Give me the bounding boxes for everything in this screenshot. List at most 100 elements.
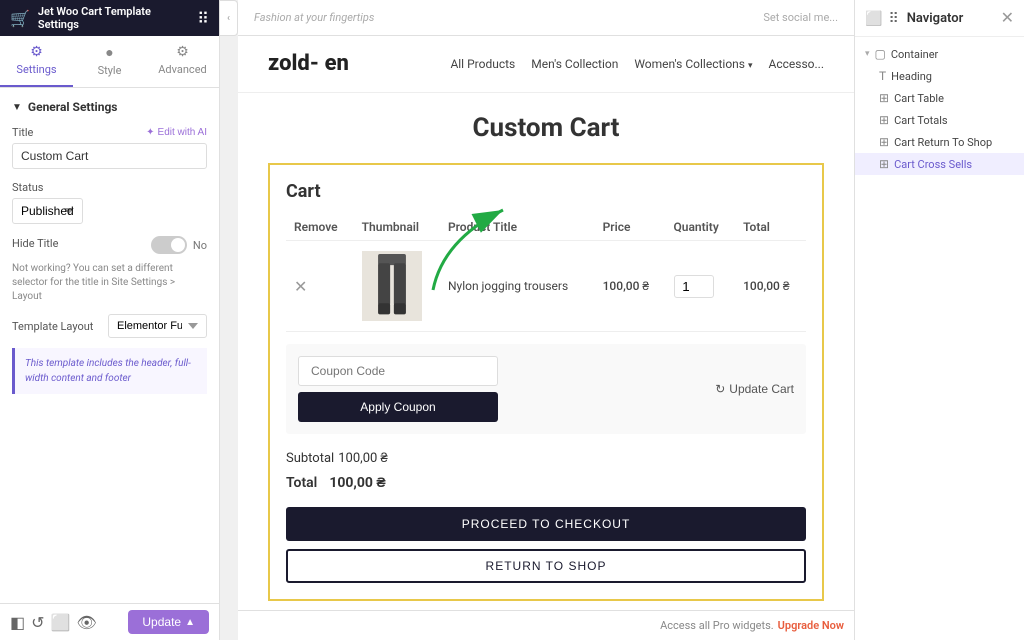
site-logo: zold- en bbox=[268, 52, 349, 76]
layers-icon[interactable]: ◧ bbox=[10, 613, 25, 632]
nav-header-left: ⬜ ⠿ Navigator bbox=[865, 10, 963, 27]
col-remove: Remove bbox=[286, 214, 354, 241]
nav-item-cart-return[interactable]: ⊞ Cart Return To Shop bbox=[855, 131, 1024, 153]
page-title-wrap: Custom Cart bbox=[238, 93, 854, 153]
coupon-input[interactable] bbox=[298, 356, 498, 386]
update-chevron-icon: ▲ bbox=[185, 617, 195, 628]
grid-icon[interactable]: ⠿ bbox=[197, 9, 209, 28]
nav-heading-icon: T bbox=[879, 69, 886, 83]
apply-coupon-button[interactable]: Apply Coupon bbox=[298, 392, 498, 422]
template-layout-label: Template Layout bbox=[12, 320, 102, 333]
status-field-group: Status Published Draft bbox=[12, 181, 207, 224]
collapse-panel-button[interactable]: ‹ bbox=[220, 0, 238, 36]
nav-label-heading: Heading bbox=[891, 70, 932, 83]
quantity-input[interactable] bbox=[674, 275, 714, 298]
nav-square-icon[interactable]: ⬜ bbox=[865, 10, 882, 27]
edit-ai-button[interactable]: ✦ Edit with AI bbox=[146, 127, 207, 138]
cart-box: Cart Remove Thumbnail Product Title Pric… bbox=[268, 163, 824, 601]
table-row: ✕ bbox=[286, 241, 806, 332]
nav-womens[interactable]: Women's Collections ▾ bbox=[634, 57, 752, 71]
update-cart-button[interactable]: ↻ Update Cart bbox=[715, 382, 794, 396]
tab-advanced-label: Advanced bbox=[158, 63, 206, 76]
preview-icon[interactable]: 👁 bbox=[76, 613, 96, 632]
set-social: Set social me... bbox=[763, 11, 838, 24]
navigator-close-button[interactable]: ✕ bbox=[1001, 8, 1014, 28]
remove-item-button[interactable]: ✕ bbox=[294, 277, 307, 296]
tab-style[interactable]: ● Style bbox=[73, 36, 146, 87]
product-total: 100,00 ₴ bbox=[735, 241, 806, 332]
hide-title-toggle-wrap: No bbox=[151, 236, 207, 254]
nav-icons: ⬜ ⠿ bbox=[865, 10, 899, 27]
tab-advanced[interactable]: ⚙ Advanced bbox=[146, 36, 219, 87]
update-button[interactable]: Update ▲ bbox=[128, 610, 209, 634]
title-field-group: Title ✦ Edit with AI bbox=[12, 126, 207, 169]
col-thumbnail: Thumbnail bbox=[354, 214, 440, 241]
panel-tabs: ⚙ Settings ● Style ⚙ Advanced bbox=[0, 36, 219, 88]
nav-move-icon[interactable]: ⠿ bbox=[888, 10, 898, 27]
advanced-tab-icon: ⚙ bbox=[176, 44, 189, 60]
cart-totals: Subtotal 100,00 ₴ Total 100,00 ₴ bbox=[286, 446, 806, 495]
tab-settings[interactable]: ⚙ Settings bbox=[0, 36, 73, 87]
navigator-header: ⬜ ⠿ Navigator ✕ bbox=[855, 0, 1024, 37]
navigator-title: Navigator bbox=[907, 11, 964, 26]
subtotal-value: 100,00 ₴ bbox=[338, 450, 388, 466]
checkout-button[interactable]: PROCEED TO CHECKOUT bbox=[286, 507, 806, 541]
nav-cart-cross-sells-icon: ⊞ bbox=[879, 157, 889, 171]
toggle-label: No bbox=[193, 239, 207, 252]
bottom-bar: Access all Pro widgets. Upgrade Now bbox=[238, 610, 854, 640]
hide-title-toggle[interactable] bbox=[151, 236, 187, 254]
tab-settings-label: Settings bbox=[16, 63, 56, 76]
upgrade-link[interactable]: Upgrade Now bbox=[778, 619, 844, 632]
top-bar: Fashion at your fingertips Set social me… bbox=[238, 0, 854, 36]
hide-title-row: Hide Title No bbox=[12, 236, 207, 254]
col-total: Total bbox=[735, 214, 806, 241]
general-settings-header: ▼ General Settings bbox=[12, 100, 207, 114]
nav-accessories[interactable]: Accesso... bbox=[769, 57, 824, 71]
nav-label-cart-totals: Cart Totals bbox=[894, 114, 948, 127]
nav-all-products[interactable]: All Products bbox=[450, 57, 515, 71]
page-title: Custom Cart bbox=[238, 113, 854, 143]
col-price: Price bbox=[595, 214, 666, 241]
history-icon[interactable]: ↺ bbox=[31, 613, 44, 632]
nav-label-cart-table: Cart Table bbox=[894, 92, 944, 105]
info-box: This template includes the header, full-… bbox=[12, 348, 207, 394]
nav-chevron-container: ▾ bbox=[865, 49, 870, 59]
status-select[interactable]: Published Draft bbox=[12, 198, 83, 224]
tab-style-label: Style bbox=[98, 64, 122, 77]
cart-actions: PROCEED TO CHECKOUT RETURN TO SHOP bbox=[286, 507, 806, 583]
logo-icon: 🛒 bbox=[10, 9, 30, 28]
status-label: Status bbox=[12, 181, 207, 194]
layout-select-wrap: Elementor Full Width Default Canvas bbox=[108, 314, 207, 338]
coupon-left: Apply Coupon bbox=[298, 356, 498, 422]
nav-item-cart-table[interactable]: ⊞ Cart Table bbox=[855, 87, 1024, 109]
template-layout-row: Template Layout Elementor Full Width Def… bbox=[12, 314, 207, 338]
nav-item-container[interactable]: ▾ ▢ Container bbox=[855, 43, 1024, 65]
settings-tab-icon: ⚙ bbox=[30, 44, 43, 60]
canvas-area: zold- en All Products Men's Collection W… bbox=[238, 36, 854, 610]
responsive-icon[interactable]: ⬜ bbox=[51, 613, 71, 632]
layout-select[interactable]: Elementor Full Width Default Canvas bbox=[108, 314, 207, 338]
style-tab-icon: ● bbox=[105, 44, 113, 61]
refresh-icon: ↻ bbox=[715, 382, 725, 396]
total-row: Total 100,00 ₴ bbox=[286, 470, 806, 495]
subtotal-row: Subtotal 100,00 ₴ bbox=[286, 446, 806, 470]
access-pro: Access all Pro widgets. Upgrade Now bbox=[660, 619, 844, 632]
product-thumbnail bbox=[362, 251, 422, 321]
title-label: Title ✦ Edit with AI bbox=[12, 126, 207, 139]
warning-text: Not working? You can set a different sel… bbox=[12, 262, 207, 304]
access-text: Access all Pro widgets. bbox=[660, 619, 774, 632]
nav-cart-totals-icon: ⊞ bbox=[879, 113, 889, 127]
total-label: Total bbox=[286, 475, 317, 491]
tagline: Fashion at your fingertips bbox=[254, 11, 374, 24]
womens-dropdown-icon: ▾ bbox=[748, 61, 753, 71]
nav-item-cart-cross-sells[interactable]: ⊞ Cart Cross Sells bbox=[855, 153, 1024, 175]
nav-item-cart-totals[interactable]: ⊞ Cart Totals bbox=[855, 109, 1024, 131]
section-chevron: ▼ bbox=[12, 102, 22, 113]
website-mockup: zold- en All Products Men's Collection W… bbox=[238, 36, 854, 610]
panel-content: ▼ General Settings Title ✦ Edit with AI … bbox=[0, 88, 219, 603]
return-shop-button[interactable]: RETURN TO SHOP bbox=[286, 549, 806, 583]
title-input[interactable] bbox=[12, 143, 207, 169]
nav-item-heading[interactable]: T Heading bbox=[855, 65, 1024, 87]
nav-mens[interactable]: Men's Collection bbox=[531, 57, 618, 71]
nav-cart-return-icon: ⊞ bbox=[879, 135, 889, 149]
